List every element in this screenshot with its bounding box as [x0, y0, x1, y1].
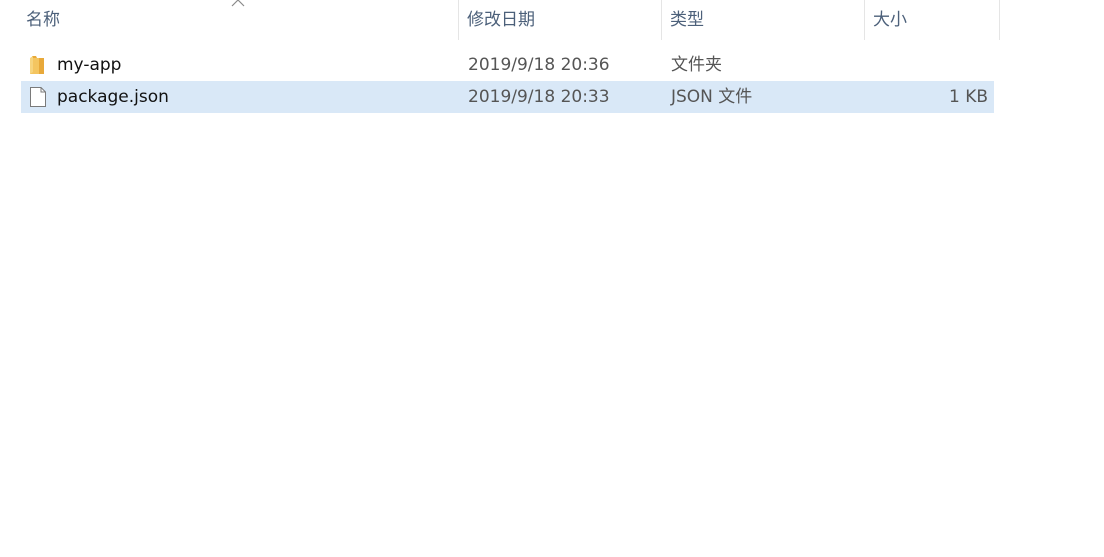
file-type: 文件夹: [671, 55, 722, 75]
file-name: package.json: [57, 87, 169, 107]
column-header-name-label: 名称: [26, 10, 60, 30]
column-header-date-label: 修改日期: [467, 10, 535, 30]
file-name: my-app: [57, 55, 122, 75]
column-header-type-label: 类型: [670, 10, 704, 30]
column-header-bar: 名称 修改日期 类型 大小: [0, 0, 1000, 40]
file-icon: [30, 87, 46, 107]
file-list: my-app 2019/9/18 20:36 文件夹 package.json …: [21, 49, 994, 113]
column-header-type[interactable]: 类型: [662, 0, 865, 40]
file-row-my-app[interactable]: my-app 2019/9/18 20:36 文件夹: [21, 49, 994, 81]
file-row-package-json[interactable]: package.json 2019/9/18 20:33 JSON 文件 1 K…: [21, 81, 994, 113]
chevron-up-icon[interactable]: [231, 0, 245, 8]
file-date: 2019/9/18 20:36: [468, 55, 610, 75]
column-header-size-label: 大小: [873, 10, 907, 30]
column-header-date[interactable]: 修改日期: [459, 0, 662, 40]
file-explorer: 名称 修改日期 类型 大小 my-app 2019/9/18 20:36 文件夹: [0, 0, 1104, 557]
column-header-size[interactable]: 大小: [865, 0, 1000, 40]
file-date: 2019/9/18 20:33: [468, 87, 610, 107]
file-size: 1 KB: [948, 87, 988, 107]
file-type: JSON 文件: [671, 87, 753, 107]
folder-icon: [30, 56, 44, 74]
